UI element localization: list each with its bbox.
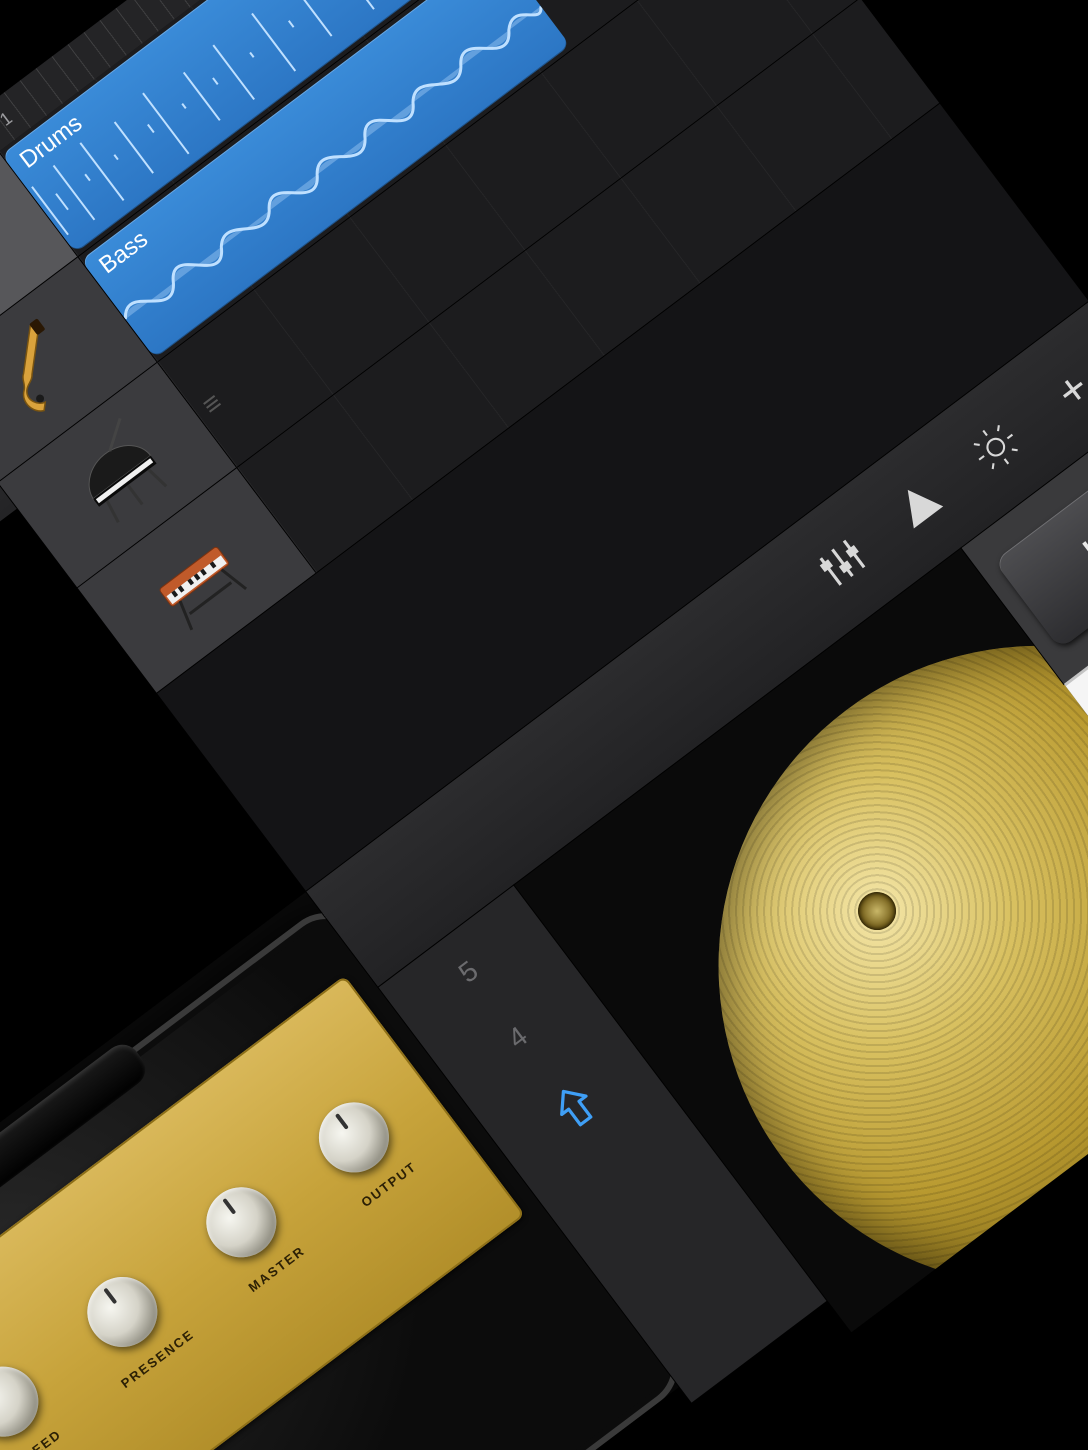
ruler-bar-1: 1 [0, 107, 16, 130]
amp-knob-speed[interactable]: SPEED [0, 1352, 70, 1450]
metronome-icon [884, 470, 954, 540]
knob-icon [192, 1173, 290, 1271]
gear-icon [961, 412, 1031, 482]
mixer-icon [807, 528, 877, 598]
add-button[interactable]: + [1036, 353, 1088, 426]
mixer-button[interactable] [806, 526, 879, 599]
amp-knob-presence[interactable]: PRESENCE [66, 1257, 197, 1390]
ruler-mark: 5 [453, 950, 491, 990]
knob-icon [73, 1263, 171, 1361]
plus-icon: + [1045, 360, 1088, 419]
settings-button[interactable] [959, 411, 1032, 484]
amp-knob-output[interactable]: OUTPUT [304, 1088, 421, 1211]
ruler-mark: 4 [502, 1015, 540, 1055]
share-button[interactable] [540, 1072, 616, 1149]
amp-knob-master[interactable]: MASTER [192, 1173, 309, 1296]
rewind-icon [1069, 514, 1088, 581]
metronome-button[interactable] [883, 469, 956, 542]
share-icon [540, 1072, 613, 1145]
knob-icon [304, 1088, 402, 1186]
